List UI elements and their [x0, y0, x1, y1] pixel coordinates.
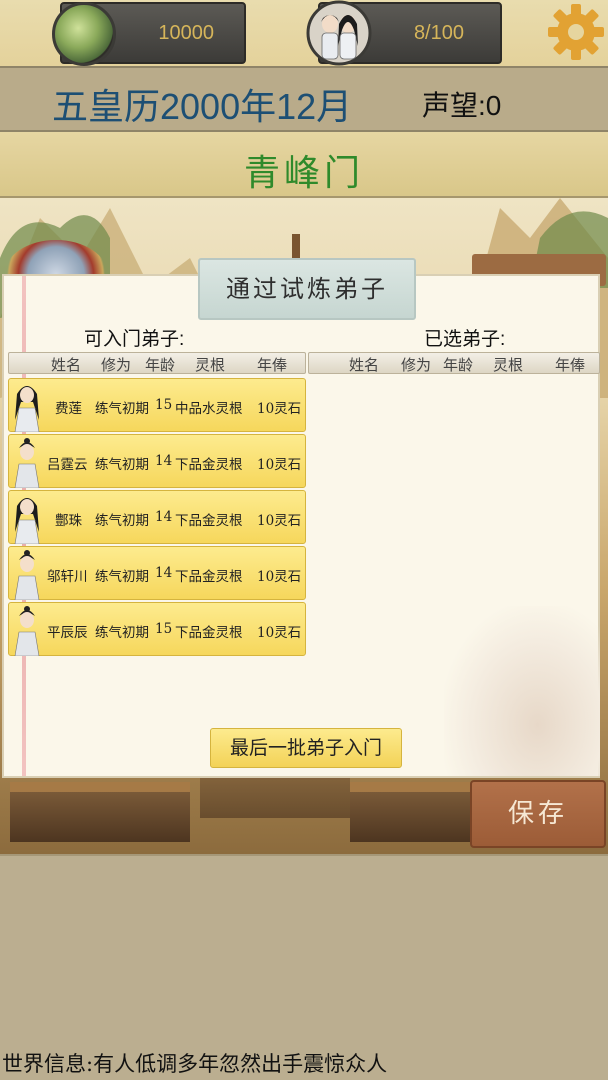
building: [10, 782, 190, 842]
spirit-stone-value: 10000: [158, 22, 214, 44]
disciple-salary: 10灵石: [257, 569, 302, 585]
disciple-row[interactable]: 鄷珠 练气初期 14 下品金灵根 10灵石: [8, 490, 306, 544]
disciple-row[interactable]: 吕霆云 练气初期 14 下品金灵根 10灵石: [8, 434, 306, 488]
disciple-salary: 10灵石: [257, 401, 302, 417]
selected-column-header: 姓名 修为 年龄 灵根 年俸: [308, 352, 600, 374]
trial-disciples-dialog: 通过试炼弟子 可入门弟子: 已选弟子: 姓名 修为 年龄 灵根 年俸 姓名 修为…: [2, 258, 600, 778]
disciple-root: 下品金灵根: [175, 513, 243, 529]
disciple-age: 15: [155, 397, 173, 413]
bottom-panel: [0, 854, 608, 1054]
disciple-pair-icon: [306, 0, 372, 66]
sect-bar: 青峰门: [0, 132, 608, 198]
column-name: 姓名: [349, 356, 380, 374]
column-cultivation: 修为: [401, 356, 432, 374]
disciple-root: 下品金灵根: [175, 457, 243, 473]
world-news-ticker: 世界信息:有人低调多年忽然出手震惊众人: [0, 1048, 608, 1080]
sect-name: 青峰门: [243, 153, 364, 194]
last-batch-button[interactable]: 最后一批弟子入门: [210, 728, 402, 768]
column-salary: 年俸: [257, 356, 288, 374]
male-disciple-portrait-icon: [14, 606, 40, 656]
disciple-age: 14: [155, 453, 173, 469]
disciple-salary: 10灵石: [257, 457, 302, 473]
column-name: 姓名: [51, 356, 82, 374]
disciple-name: 费莲: [55, 401, 82, 417]
available-column-header: 姓名 修为 年龄 灵根 年俸: [8, 352, 306, 374]
disciple-root: 下品金灵根: [175, 625, 243, 641]
top-bar: 10000 8/100: [0, 0, 608, 66]
male-disciple-portrait-icon: [14, 438, 40, 488]
selected-disciples-label: 已选弟子:: [424, 329, 506, 350]
fame-value: 声望:0: [422, 90, 502, 121]
disciple-row[interactable]: 费莲 练气初期 15 中品水灵根 10灵石: [8, 378, 306, 432]
male-disciple-portrait-icon: [14, 550, 40, 600]
disciple-name: 吕霆云: [47, 457, 88, 473]
column-cultivation: 修为: [101, 356, 132, 374]
column-age: 年龄: [443, 356, 474, 374]
disciple-cultivation: 练气初期: [95, 401, 149, 417]
disciple-salary: 10灵石: [257, 625, 302, 641]
disciple-age: 14: [155, 509, 173, 525]
column-root: 灵根: [493, 356, 524, 374]
gear-icon[interactable]: [546, 2, 606, 62]
disciple-age: 14: [155, 565, 173, 581]
disciple-salary: 10灵石: [257, 513, 302, 529]
disciple-name: 邬轩川: [47, 569, 88, 585]
disciple-name: 鄷珠: [55, 513, 82, 529]
disciple-name: 平辰辰: [47, 625, 88, 641]
spirit-stone-icon: [52, 2, 116, 66]
disciple-row[interactable]: 平辰辰 练气初期 15 下品金灵根 10灵石: [8, 602, 306, 656]
available-disciples-label: 可入门弟子:: [84, 329, 185, 350]
female-disciple-portrait-icon: [14, 386, 40, 432]
disciple-count-value: 8/100: [413, 22, 464, 44]
date-bar: 五皇历2000年12月 声望:0: [0, 66, 608, 132]
column-root: 灵根: [195, 356, 226, 374]
disciple-root: 中品水灵根: [175, 401, 243, 417]
column-salary: 年俸: [555, 356, 586, 374]
disciple-cultivation: 练气初期: [95, 569, 149, 585]
disciple-cultivation: 练气初期: [95, 625, 149, 641]
game-date: 五皇历2000年12月: [52, 86, 353, 127]
disciple-cultivation: 练气初期: [95, 457, 149, 473]
disciple-cultivation: 练气初期: [95, 513, 149, 529]
save-button[interactable]: 保存: [470, 780, 606, 848]
female-disciple-portrait-icon: [14, 498, 40, 544]
disciple-age: 15: [155, 621, 173, 637]
dialog-title: 通过试炼弟子: [198, 258, 416, 320]
disciple-root: 下品金灵根: [175, 569, 243, 585]
dialog-mist-decoration: [444, 606, 600, 776]
column-age: 年龄: [145, 356, 176, 374]
building: [350, 782, 470, 842]
disciple-row[interactable]: 邬轩川 练气初期 14 下品金灵根 10灵石: [8, 546, 306, 600]
